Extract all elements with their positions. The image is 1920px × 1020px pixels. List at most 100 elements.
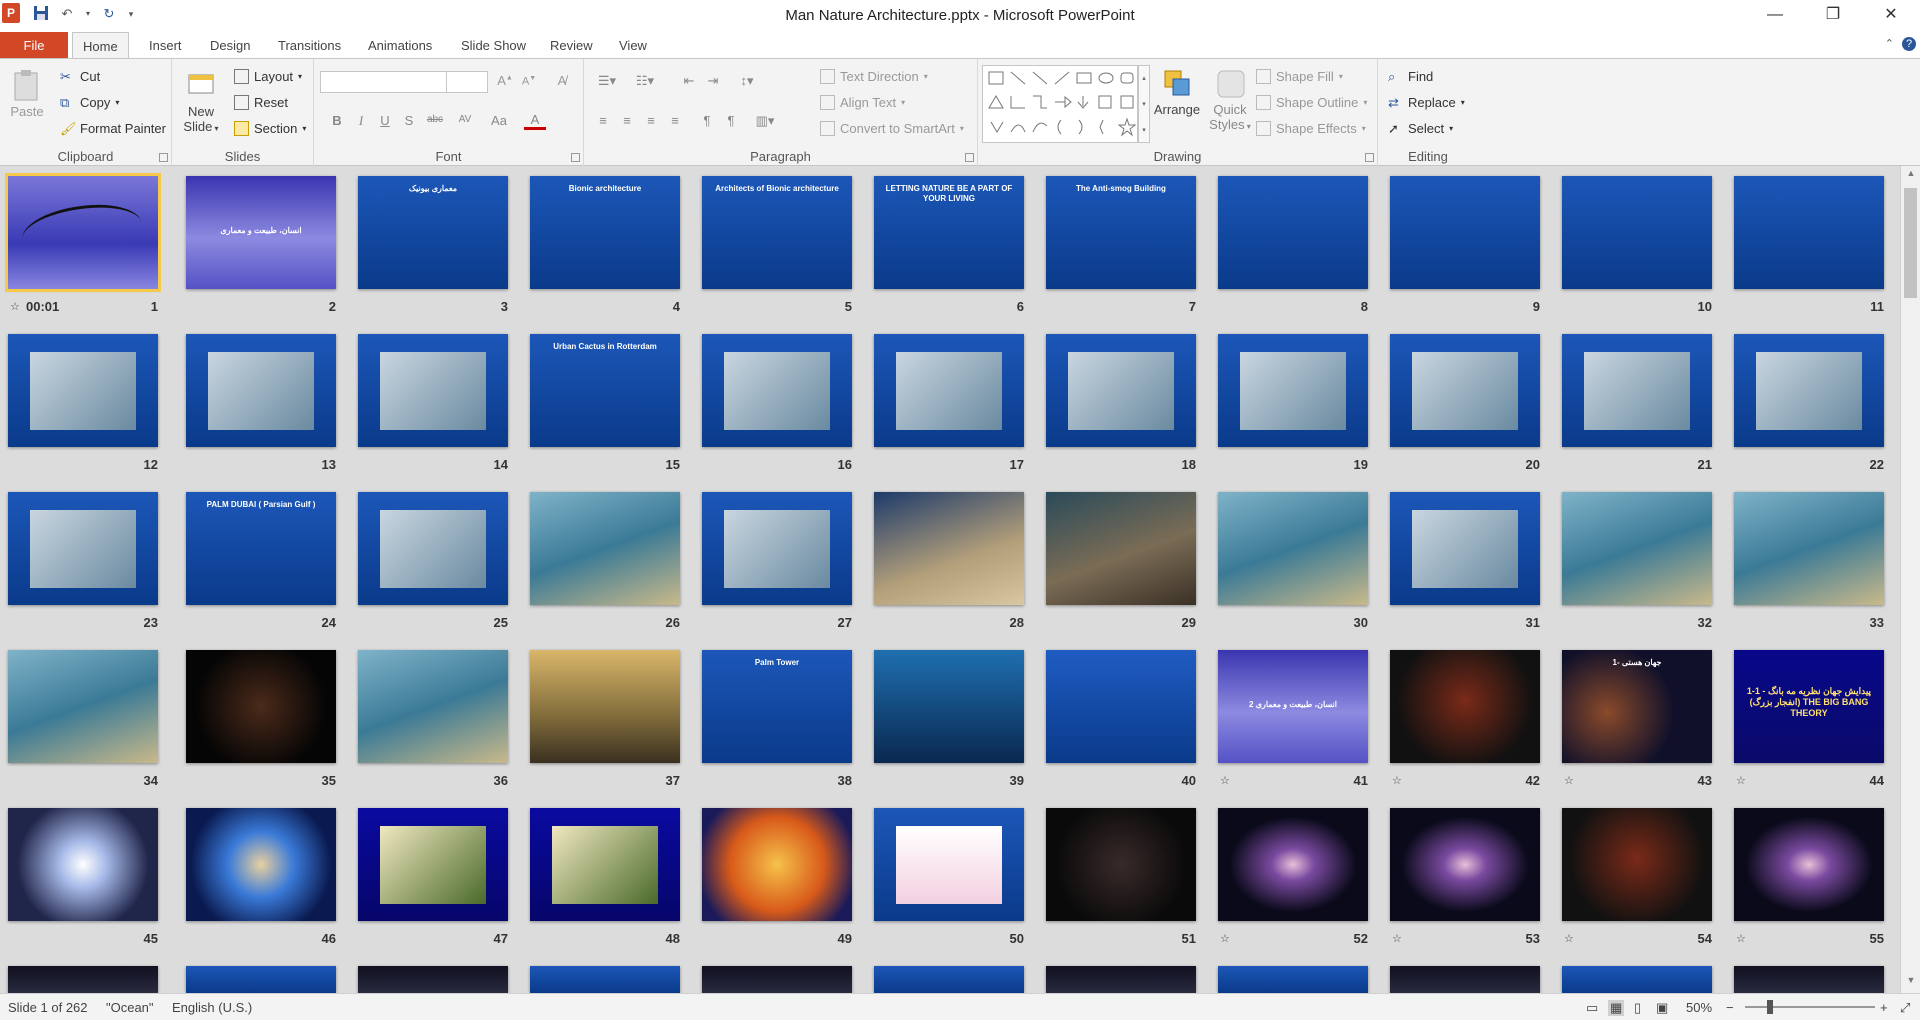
clipboard-launcher-icon[interactable] [159, 153, 168, 162]
slide-thumbnail[interactable] [1218, 966, 1368, 993]
scroll-thumb[interactable] [1904, 188, 1917, 298]
slide-thumbnail[interactable] [702, 808, 852, 921]
paragraph-launcher-icon[interactable] [965, 153, 974, 162]
tab-design[interactable]: Design [200, 32, 260, 59]
font-name-combo[interactable] [320, 71, 448, 93]
save-icon[interactable] [32, 5, 50, 23]
slide-thumbnail[interactable] [1046, 492, 1196, 605]
slide-thumbnail[interactable] [874, 492, 1024, 605]
slide-thumbnail[interactable] [1218, 334, 1368, 447]
slide-thumbnail[interactable] [1046, 966, 1196, 993]
font-size-combo[interactable] [446, 71, 488, 93]
slide-thumbnail[interactable]: انسان، طبیعت و معماری [186, 176, 336, 289]
font-color-button[interactable]: A [524, 112, 546, 130]
slide-thumbnail[interactable] [1734, 492, 1884, 605]
clear-formatting-icon[interactable]: A̸ [551, 73, 573, 88]
slide-thumbnail[interactable] [8, 808, 158, 921]
undo-icon[interactable]: ↶ [58, 5, 76, 23]
numbering-icon[interactable]: ☷▾ [630, 73, 660, 89]
copy-button[interactable]: ⧉ Copy ▾ [60, 95, 119, 110]
slide-thumbnail[interactable] [530, 650, 680, 763]
slide-thumbnail[interactable] [1218, 492, 1368, 605]
slide-thumbnail[interactable] [186, 650, 336, 763]
zoom-out-icon[interactable]: − [1726, 1000, 1734, 1015]
underline-button[interactable]: U [374, 113, 396, 128]
slide-thumbnail[interactable] [702, 334, 852, 447]
minimize-ribbon-icon[interactable]: ⌃ [1885, 37, 1894, 51]
slide-thumbnail[interactable] [358, 334, 508, 447]
font-launcher-icon[interactable] [571, 153, 580, 162]
layout-button[interactable]: Layout ▾ [234, 69, 302, 84]
section-button[interactable]: Section ▾ [234, 121, 306, 136]
slide-thumbnail[interactable] [1390, 966, 1540, 993]
slide-thumbnail[interactable] [874, 808, 1024, 921]
slide-thumbnail[interactable] [530, 808, 680, 921]
paste-button[interactable]: Paste [6, 69, 48, 119]
slide-thumbnail[interactable] [530, 492, 680, 605]
text-shadow-button[interactable]: S [398, 113, 420, 128]
slide-thumbnail[interactable] [186, 966, 336, 993]
slide-sorter[interactable]: 1 ☆ 00:01 انسان، طبیعت و معماری 2 معماری بیون… [0, 166, 1900, 993]
tab-slide-show[interactable]: Slide Show [451, 32, 536, 59]
slide-thumbnail[interactable]: PALM DUBAI ( Parsian Gulf ) [186, 492, 336, 605]
slide-thumbnail[interactable] [8, 334, 158, 447]
slide-thumbnail[interactable] [1562, 808, 1712, 921]
new-slide-button[interactable]: New Slide ▾ [180, 69, 222, 134]
slide-thumbnail[interactable] [358, 966, 508, 993]
slide-thumbnail[interactable] [1218, 176, 1368, 289]
zoom-in-icon[interactable]: + [1880, 1000, 1888, 1015]
text-direction-button[interactable]: Text Direction ▾ [820, 69, 928, 84]
animation-star-icon[interactable]: ☆ [1564, 774, 1574, 787]
scroll-down-icon[interactable]: ▼ [1901, 975, 1920, 991]
slide-thumbnail[interactable] [5, 173, 161, 292]
slide-thumbnail[interactable] [186, 334, 336, 447]
cut-button[interactable]: ✂ Cut [60, 69, 100, 84]
restore-icon[interactable]: ❐ [1804, 0, 1862, 30]
slide-thumbnail[interactable]: Architects of Bionic architecture [702, 176, 852, 289]
normal-view-icon[interactable]: ▭ [1586, 1000, 1598, 1016]
shape-effects-button[interactable]: Shape Effects ▾ [1256, 121, 1366, 136]
slide-thumbnail[interactable] [1562, 492, 1712, 605]
slide-thumbnail[interactable] [874, 966, 1024, 993]
slide-thumbnail[interactable] [1218, 808, 1368, 921]
animation-star-icon[interactable]: ☆ [1736, 932, 1746, 945]
slide-thumbnail[interactable] [530, 966, 680, 993]
align-left-icon[interactable]: ≡ [592, 113, 614, 128]
character-spacing-button[interactable]: AV [454, 114, 476, 125]
slide-thumbnail[interactable] [1390, 808, 1540, 921]
help-icon[interactable]: ? [1902, 37, 1916, 51]
tab-view[interactable]: View [609, 32, 657, 59]
decrease-indent-icon[interactable]: ⇤ [678, 73, 700, 89]
columns-icon[interactable]: ▥▾ [750, 113, 780, 129]
slide-thumbnail[interactable]: انسان، طبیعت و معماری 2 [1218, 650, 1368, 763]
slide-thumbnail[interactable] [8, 966, 158, 993]
slide-thumbnail[interactable] [358, 650, 508, 763]
select-button[interactable]: ➚ Select ▾ [1388, 121, 1453, 136]
tab-animations[interactable]: Animations [358, 32, 442, 59]
grow-font-icon[interactable]: A▲ [494, 73, 516, 88]
slide-thumbnail[interactable] [874, 650, 1024, 763]
slide-thumbnail[interactable] [702, 492, 852, 605]
slide-thumbnail[interactable]: 1-1 - پیدایش جهان نظریه مه بانگ (انفجار … [1734, 650, 1884, 763]
slide-thumbnail[interactable] [8, 492, 158, 605]
slide-thumbnail[interactable] [874, 334, 1024, 447]
replace-button[interactable]: ⇄ Replace ▾ [1388, 95, 1465, 110]
shape-outline-button[interactable]: Shape Outline ▾ [1256, 95, 1367, 110]
shapes-gallery-scroll[interactable]: ▴ ▾ ▾ [1138, 65, 1150, 143]
slide-thumbnail[interactable] [1734, 966, 1884, 993]
slide-thumbnail[interactable]: معماری بیونیک [358, 176, 508, 289]
zoom-slider-thumb[interactable] [1767, 1000, 1773, 1014]
align-right-icon[interactable]: ≡ [640, 113, 662, 128]
slide-thumbnail[interactable] [702, 966, 852, 993]
reading-view-icon[interactable]: ▯ [1634, 1000, 1641, 1016]
slide-thumbnail[interactable] [186, 808, 336, 921]
fit-to-window-icon[interactable]: ⤢ [1900, 1000, 1910, 1016]
close-icon[interactable]: ✕ [1862, 0, 1920, 30]
slide-thumbnail[interactable]: Urban Cactus in Rotterdam [530, 334, 680, 447]
theme-name[interactable]: "Ocean" [106, 1000, 154, 1015]
animation-star-icon[interactable]: ☆ [1736, 774, 1746, 787]
tab-insert[interactable]: Insert [139, 32, 192, 59]
reset-button[interactable]: Reset [234, 95, 288, 110]
arrange-button[interactable]: Arrange [1150, 67, 1204, 117]
convert-smartart-button[interactable]: Convert to SmartArt ▾ [820, 121, 964, 136]
